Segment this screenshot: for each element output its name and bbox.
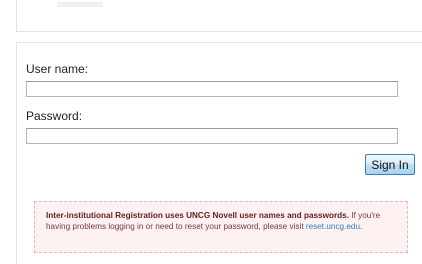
username-input[interactable] — [26, 81, 398, 97]
notice-bold-text: Inter-institutional Registration uses UN… — [46, 211, 350, 220]
notice-end-text: . — [360, 221, 363, 231]
login-notice: Inter-institutional Registration uses UN… — [34, 201, 408, 253]
password-input[interactable] — [26, 128, 398, 144]
password-label: Password: — [26, 109, 83, 123]
faded-header-text — [57, 2, 103, 7]
top-panel — [16, 0, 422, 32]
reset-password-link[interactable]: reset.uncg.edu — [306, 222, 360, 231]
sign-in-button[interactable]: Sign In — [365, 154, 415, 175]
username-label: User name: — [26, 62, 89, 76]
